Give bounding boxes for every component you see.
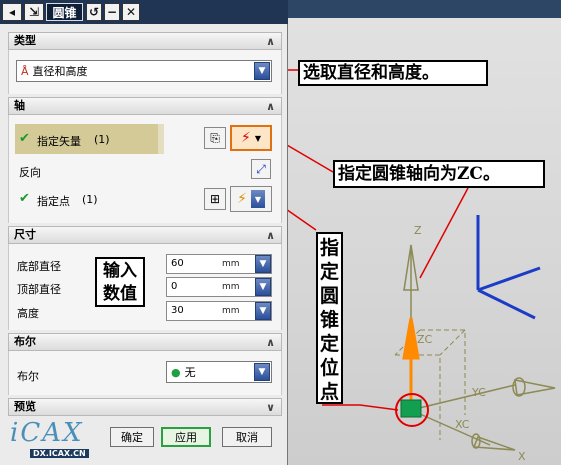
base-diameter-label: 底部直径 xyxy=(17,260,61,273)
type-select[interactable]: Å 直径和高度 ▼ xyxy=(16,60,272,82)
height-label: 高度 xyxy=(17,307,39,320)
section-axis-title: 轴 xyxy=(14,99,25,112)
section-preview-header[interactable]: 预览 ∨ xyxy=(8,398,282,416)
top-diameter-unit: mm xyxy=(222,282,240,292)
reset-button[interactable]: ↺ xyxy=(86,3,102,21)
watermark-url: DX.ICAX.CN xyxy=(30,449,89,458)
collapse-chevron-icon[interactable]: ∧ xyxy=(266,335,275,351)
height-dropdown[interactable]: ▼ xyxy=(255,302,271,320)
check-icon: ✔ xyxy=(19,131,30,146)
top-diameter-value: 0 xyxy=(171,281,178,292)
expand-chevron-icon[interactable]: ∨ xyxy=(266,400,275,416)
base-diameter-dropdown[interactable]: ▼ xyxy=(255,255,271,273)
axis-label-z: Z xyxy=(414,224,422,237)
axis-label-yc: YC xyxy=(472,386,486,399)
vector-type-button[interactable]: ⚡ ▼ xyxy=(230,125,272,151)
boolean-select[interactable]: ● 无 ▼ xyxy=(166,361,272,383)
dialog-titlebar[interactable]: ◂ ⇲ 圆锥 ↺ − ✕ xyxy=(0,0,288,24)
callout-select-type: 选取直径和高度。 xyxy=(298,60,488,86)
collapse-chevron-icon[interactable]: ∧ xyxy=(266,99,275,115)
height-value: 30 xyxy=(171,305,184,316)
axis-label-x: X xyxy=(518,450,526,463)
point-count: (1) xyxy=(82,193,98,206)
origin-point-marker xyxy=(400,399,422,418)
section-boolean-header[interactable]: 布尔 ∧ xyxy=(8,333,282,351)
collapse-chevron-icon[interactable]: ∧ xyxy=(266,228,275,244)
callout-position-point: 指定圆锥定位点 xyxy=(316,232,343,404)
collapse-chevron-icon[interactable]: ∧ xyxy=(266,34,275,50)
axis-label-zc: ZC xyxy=(417,333,433,346)
chevron-down-icon[interactable]: ▼ xyxy=(254,363,270,381)
callout-enter-values: 输入数值 xyxy=(95,257,145,307)
boolean-select-value: 无 xyxy=(184,366,196,379)
callout-axis-direction: 指定圆锥轴向为ZC。 xyxy=(333,160,545,188)
vector-count: (1) xyxy=(94,133,110,146)
vector-arrow xyxy=(402,317,420,400)
axis-label-xc: XC xyxy=(455,418,470,431)
section-dimensions-header[interactable]: 尺寸 ∧ xyxy=(8,226,282,244)
ok-button[interactable]: 确定 xyxy=(110,427,154,447)
chevron-down-icon: ▼ xyxy=(254,133,261,143)
section-boolean-title: 布尔 xyxy=(14,335,36,348)
watermark-logo: iCAX xyxy=(10,418,84,448)
section-preview-title: 预览 xyxy=(14,400,36,413)
callout-leader-lines xyxy=(263,69,469,411)
lightning-vector-icon: ⚡ xyxy=(241,130,251,146)
close-button[interactable]: ✕ xyxy=(122,3,140,21)
point-lightning-icon: ⚡ xyxy=(237,191,247,207)
chevron-down-icon[interactable]: ▼ xyxy=(254,62,270,80)
reverse-direction-icon[interactable]: ⤢ xyxy=(251,159,271,179)
cone-type-icon: Å xyxy=(21,64,29,78)
point-type-button[interactable]: ⚡ ▼ xyxy=(230,186,272,212)
section-axis-header[interactable]: 轴 ∧ xyxy=(8,97,282,115)
vector-dialog-icon[interactable]: ⎘ xyxy=(204,127,226,149)
base-diameter-value: 60 xyxy=(171,258,184,269)
top-diameter-label: 顶部直径 xyxy=(17,283,61,296)
chevron-down-icon: ▼ xyxy=(250,190,265,208)
apply-button[interactable]: 应用 xyxy=(161,427,211,447)
vector-label: 指定矢量 xyxy=(37,135,81,148)
boolean-label: 布尔 xyxy=(17,370,39,383)
point-label: 指定点 xyxy=(37,195,70,208)
point-dialog-icon[interactable]: ⊞ xyxy=(204,188,226,210)
cancel-button[interactable]: 取消 xyxy=(222,427,272,447)
check-icon: ✔ xyxy=(19,191,30,206)
reverse-label: 反向 xyxy=(19,166,41,179)
dialog-title: 圆锥 xyxy=(46,3,83,21)
height-unit: mm xyxy=(222,306,240,316)
minimize-button[interactable]: − xyxy=(104,3,120,21)
top-diameter-dropdown[interactable]: ▼ xyxy=(255,278,271,296)
type-select-value: 直径和高度 xyxy=(32,65,88,78)
section-type-header[interactable]: 类型 ∧ xyxy=(8,32,282,50)
pin-button[interactable]: ⇲ xyxy=(24,3,44,21)
section-dimensions-title: 尺寸 xyxy=(14,228,36,241)
view-triad xyxy=(476,215,541,320)
section-type-title: 类型 xyxy=(14,34,36,47)
boolean-none-icon: ● xyxy=(171,365,181,379)
back-arrow-icon[interactable]: ◂ xyxy=(2,3,22,21)
base-diameter-unit: mm xyxy=(222,259,240,269)
